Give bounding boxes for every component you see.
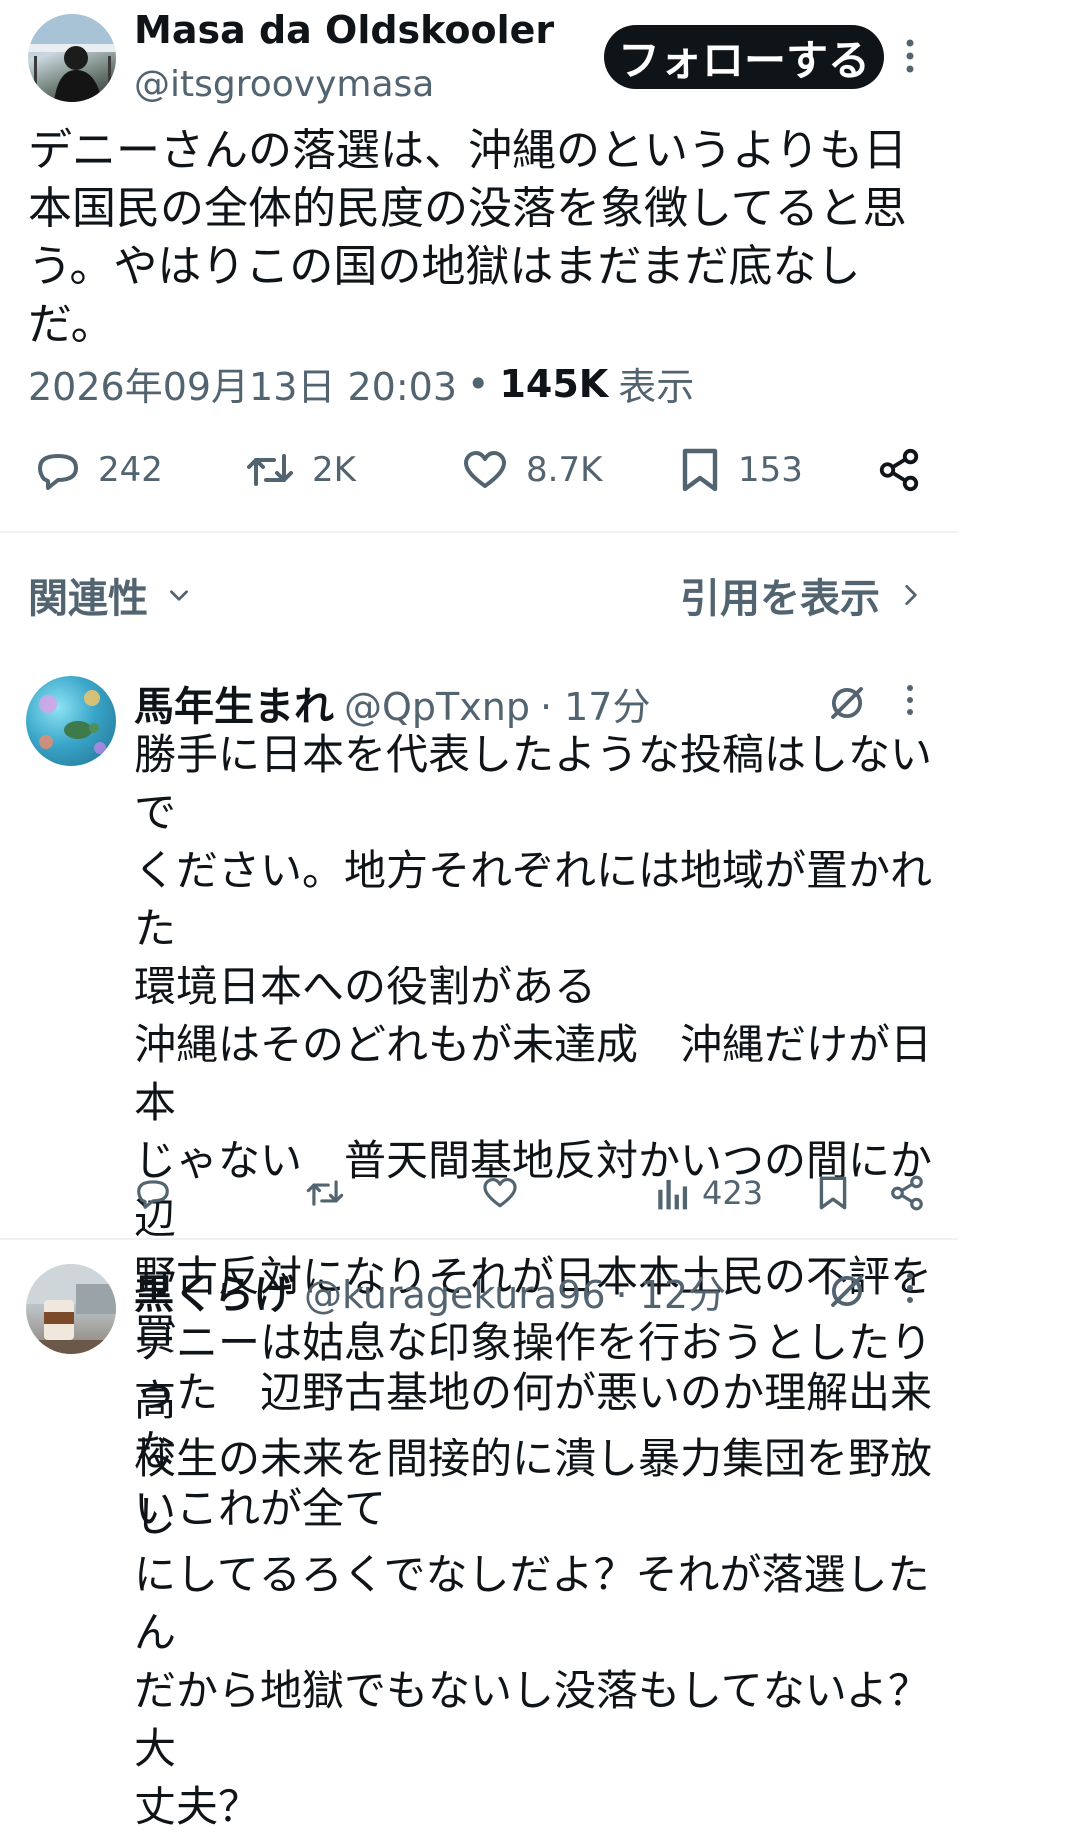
divider — [0, 531, 958, 533]
speech-bubble-icon[interactable] — [134, 1174, 172, 1212]
reply-header: 黒くらげ @kuragekura96 · 12分 — [134, 1262, 726, 1320]
more-dots-icon[interactable] — [900, 38, 920, 74]
reply-author-handle[interactable]: @QpTxnp — [344, 685, 530, 729]
reply-header: 馬年生まれ @QpTxnp · 17分 — [134, 674, 650, 732]
divider — [0, 1238, 958, 1240]
bookmark-icon — [678, 446, 722, 494]
reply-time[interactable]: · 17分 — [540, 676, 651, 731]
heart-icon — [460, 446, 510, 494]
retweet-count: 2K — [312, 450, 356, 490]
reply-author-name[interactable]: 黒くらげ — [134, 1262, 294, 1320]
views-label: 表示 — [618, 365, 695, 409]
grok-slash-icon[interactable] — [826, 682, 868, 724]
reply-count: 242 — [98, 450, 163, 490]
reply-author-name[interactable]: 馬年生まれ — [134, 674, 334, 732]
quotes-label: 引用を表示 — [680, 576, 880, 622]
author-avatar[interactable] — [28, 14, 116, 102]
tweet-meta: 2026年09月13日 20:03 • 145K 表示 — [28, 356, 694, 411]
like-stat[interactable]: 8.7K — [460, 446, 602, 494]
bar-chart-icon — [656, 1175, 690, 1211]
like-count: 8.7K — [526, 450, 603, 490]
bookmark-count: 153 — [738, 450, 803, 490]
meta-separator: • — [467, 361, 490, 406]
view-quotes-link[interactable]: 引用を表示 — [680, 566, 922, 624]
speech-bubble-icon — [34, 446, 82, 494]
chevron-down-icon — [166, 582, 192, 608]
heart-icon[interactable] — [480, 1174, 520, 1212]
reply-avatar[interactable] — [26, 1264, 116, 1354]
bookmark-icon[interactable] — [816, 1174, 850, 1212]
views-count: 423 — [702, 1174, 764, 1212]
tweet-text: デニーさんの落選は、沖縄のというよりも日 本国民の全体的民度の没落を象徴してると… — [28, 125, 908, 350]
follow-button[interactable]: フォローする — [604, 25, 884, 89]
more-dots-icon[interactable] — [902, 1272, 918, 1304]
more-dots-icon[interactable] — [902, 684, 918, 716]
retweet-icon[interactable] — [304, 1174, 346, 1212]
retweet-icon — [244, 446, 296, 494]
reply-stat[interactable]: 242 — [34, 446, 163, 494]
bookmark-stat[interactable]: 153 — [678, 446, 803, 494]
grok-slash-icon[interactable] — [826, 1270, 868, 1312]
author-name[interactable]: Masa da Oldskooler — [134, 8, 554, 52]
reply-author-handle[interactable]: @kuragekura96 — [304, 1273, 606, 1317]
sort-dropdown[interactable]: 関連性 — [28, 566, 192, 624]
reply-avatar[interactable] — [26, 676, 116, 766]
chevron-right-icon — [900, 582, 922, 608]
reply-text: デニーは姑息な印象操作を行おうとしたり高 校生の未来を間接的に潰し暴力集団を野放… — [134, 1318, 933, 1831]
author-handle[interactable]: @itsgroovymasa — [134, 64, 434, 105]
views-count: 145K — [499, 361, 609, 406]
share-icon[interactable] — [888, 1174, 926, 1212]
sort-label: 関連性 — [28, 576, 148, 622]
retweet-stat[interactable]: 2K — [244, 446, 356, 494]
share-icon[interactable] — [876, 446, 922, 494]
views-stat[interactable]: 423 — [656, 1174, 763, 1212]
reply-time[interactable]: · 12分 — [616, 1264, 727, 1319]
tweet-timestamp[interactable]: 2026年09月13日 20:03 — [28, 356, 457, 411]
